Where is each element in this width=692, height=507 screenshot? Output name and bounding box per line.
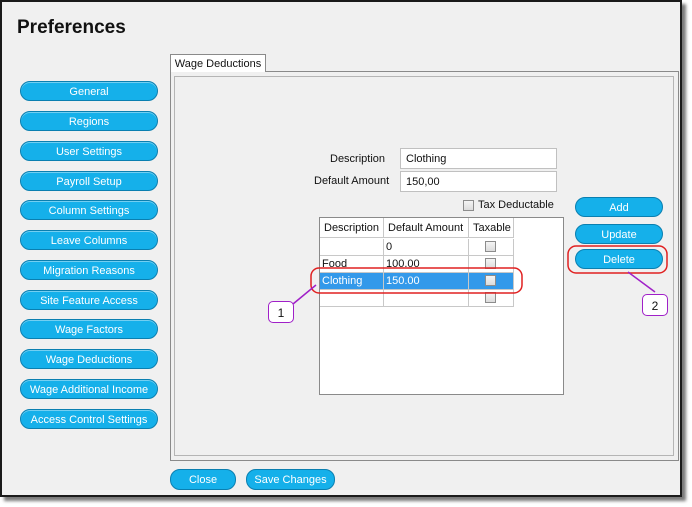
taxable-checkbox[interactable] [485,292,496,303]
sidebar-item-wage-factors[interactable]: Wage Factors [20,319,158,339]
sidebar-item-general[interactable]: General [20,81,158,101]
callout-1: 1 [268,301,294,323]
cell-taxable[interactable] [469,273,514,290]
cell-description[interactable] [320,290,384,307]
sidebar-item-payroll-setup[interactable]: Payroll Setup [20,171,158,191]
tax-deductable-checkbox[interactable] [463,200,474,211]
table-row[interactable] [320,290,563,307]
sidebar-item-wage-deductions[interactable]: Wage Deductions [20,349,158,369]
taxable-checkbox[interactable] [485,241,496,252]
deductions-grid[interactable]: Description Default Amount Taxable 0 Foo… [319,217,564,395]
table-row[interactable]: 0 [320,239,563,256]
save-changes-button[interactable]: Save Changes [246,469,335,490]
cell-description[interactable]: Clothing [320,273,384,290]
default-amount-label: Default Amount [314,175,390,187]
table-row-selected[interactable]: Clothing 150.00 [320,273,563,290]
sidebar-item-site-feature-access[interactable]: Site Feature Access [20,290,158,310]
page-title: Preferences [17,17,126,38]
callout-2: 2 [642,294,668,316]
cell-default-amount[interactable]: 100.00 [384,256,469,273]
close-button[interactable]: Close [170,469,236,490]
sidebar-item-wage-additional-income[interactable]: Wage Additional Income [20,379,158,399]
cell-description[interactable] [320,239,384,256]
default-amount-input[interactable]: 150,00 [400,171,557,192]
cell-default-amount[interactable]: 0 [384,239,469,256]
cell-default-amount[interactable]: 150.00 [384,273,469,290]
column-header-taxable[interactable]: Taxable [469,218,514,238]
column-header-description[interactable]: Description [320,218,384,238]
sidebar-item-user-settings[interactable]: User Settings [20,141,158,161]
sidebar-item-leave-columns[interactable]: Leave Columns [20,230,158,250]
table-row[interactable]: Food 100.00 [320,256,563,273]
sidebar-item-migration-reasons[interactable]: Migration Reasons [20,260,158,280]
cell-taxable[interactable] [469,239,514,256]
cell-taxable[interactable] [469,290,514,307]
taxable-checkbox[interactable] [485,258,496,269]
update-button[interactable]: Update [575,224,663,244]
cell-default-amount[interactable] [384,290,469,307]
description-input[interactable]: Clothing [400,148,557,169]
description-label: Description [330,153,386,165]
delete-button[interactable]: Delete [575,249,663,269]
column-header-default-amount[interactable]: Default Amount [384,218,469,238]
tax-deductable-label: Tax Deductable [478,199,554,211]
cell-taxable[interactable] [469,256,514,273]
sidebar-item-regions[interactable]: Regions [20,111,158,131]
tab-wage-deductions[interactable]: Wage Deductions [170,54,266,72]
taxable-checkbox[interactable] [485,275,496,286]
add-button[interactable]: Add [575,197,663,217]
sidebar-item-access-control-settings[interactable]: Access Control Settings [20,409,158,429]
sidebar-item-column-settings[interactable]: Column Settings [20,200,158,220]
cell-description[interactable]: Food [320,256,384,273]
